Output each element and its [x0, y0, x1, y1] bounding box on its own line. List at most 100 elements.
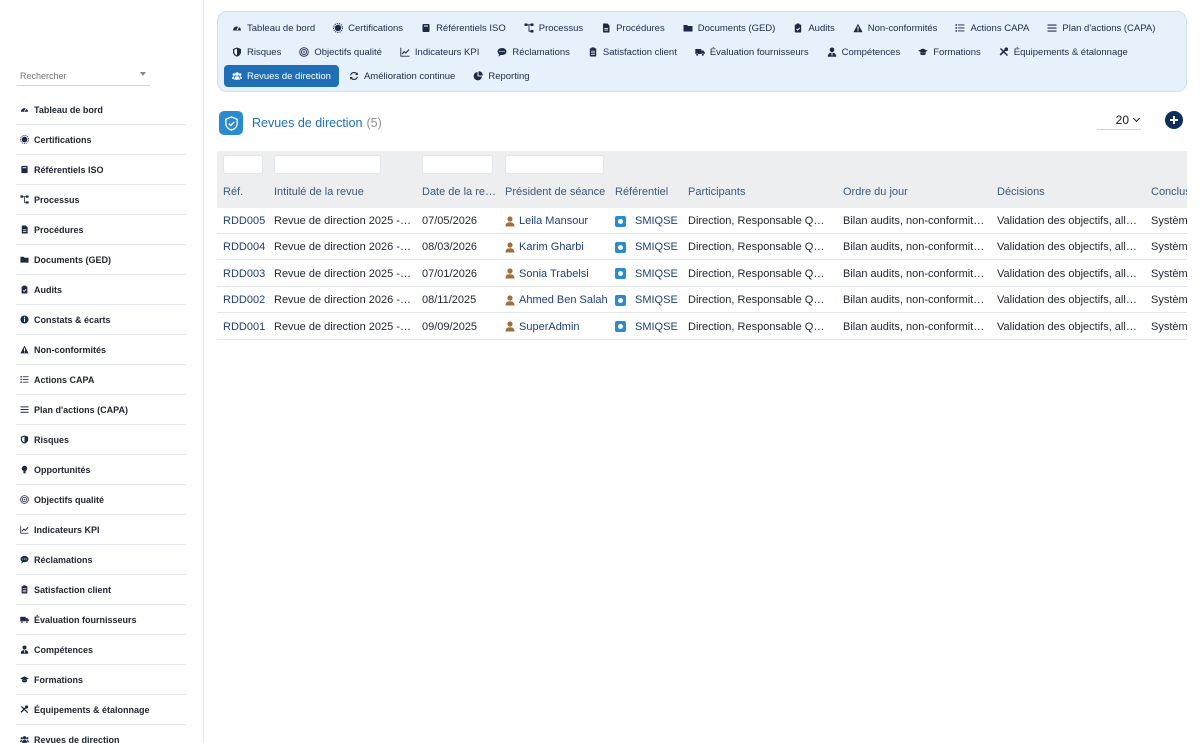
cell-referentiel[interactable]: SMIQSE — [615, 294, 678, 306]
president-name: SuperAdmin — [519, 320, 580, 333]
tab-users[interactable]: Revues de direction — [224, 65, 339, 87]
per-page-select[interactable]: 20 — [1097, 111, 1141, 130]
cell-president[interactable]: Ahmed Ben Salah — [505, 294, 607, 306]
tab-graduation-cap[interactable]: Formations — [910, 41, 989, 63]
sidebar-item-list[interactable]: Actions CAPA — [16, 365, 186, 395]
sidebar-item-sitemap[interactable]: Processus — [16, 185, 186, 215]
sidebar-item-book[interactable]: Référentiels ISO — [16, 155, 186, 185]
sidebar-item-bars[interactable]: Plan d'actions (CAPA) — [16, 395, 186, 425]
cell-referentiel[interactable]: SMIQSE — [615, 241, 678, 253]
tab-pie-chart[interactable]: Reporting — [465, 65, 537, 87]
table-row[interactable]: RDD005 Revue de direction 2025 - S1 07/05/… — [217, 208, 1187, 234]
sidebar-item-folder[interactable]: Documents (GED) — [16, 245, 186, 275]
sidebar-item-info-circle[interactable]: Constats & écarts — [16, 305, 186, 335]
column-header-president[interactable]: Président de séance — [505, 186, 605, 198]
cell-date: 07/01/2026 — [422, 267, 478, 280]
tab-shield[interactable]: Risques — [224, 41, 289, 63]
sidebar-item-shield[interactable]: Risques — [16, 425, 186, 455]
sync-icon — [349, 71, 359, 81]
referentiel-name: SMIQSE — [635, 241, 678, 254]
cell-ref[interactable]: RDD003 — [223, 268, 265, 280]
tab-book[interactable]: Référentiels ISO — [413, 17, 514, 39]
search-input[interactable] — [17, 67, 127, 85]
tab-label: Amélioration continue — [363, 70, 456, 82]
cell-president[interactable]: SuperAdmin — [505, 321, 580, 333]
sidebar-item-chart-line[interactable]: Indicateurs KPI — [16, 515, 186, 545]
table-row[interactable]: RDD003 Revue de direction 2025 - S1 07/01/… — [217, 261, 1187, 287]
add-button[interactable] — [1165, 111, 1183, 129]
tab-sync[interactable]: Amélioration continue — [341, 65, 463, 87]
cell-president[interactable]: Karim Gharbi — [505, 241, 584, 253]
chevron-down-icon — [1132, 114, 1141, 123]
sidebar-search[interactable] — [17, 66, 150, 86]
sidebar-item-file[interactable]: Procédures — [16, 215, 186, 245]
tab-file[interactable]: Procédures — [593, 17, 673, 39]
tab-folder[interactable]: Documents (GED) — [675, 17, 784, 39]
column-header-title[interactable]: Intitulé de la revue — [274, 186, 364, 198]
cell-conclusion: Systèm — [1151, 215, 1187, 227]
warning-icon — [20, 345, 29, 354]
column-header-agenda[interactable]: Ordre du jour — [843, 186, 908, 198]
sidebar-item-truck[interactable]: Évaluation fournisseurs — [16, 605, 186, 635]
tab-bars[interactable]: Plan d'actions (CAPA) — [1039, 17, 1163, 39]
column-header-date[interactable]: Date de la re… — [422, 186, 496, 198]
filter-date[interactable] — [422, 155, 493, 174]
sidebar-item-warning[interactable]: Non-conformités — [16, 335, 186, 365]
cell-referentiel[interactable]: SMIQSE — [615, 268, 678, 280]
filter-title[interactable] — [274, 155, 381, 174]
cell-president[interactable]: Sonia Trabelsi — [505, 268, 589, 280]
filter-president[interactable] — [505, 155, 604, 174]
sidebar-item-users[interactable]: Revues de direction — [16, 725, 186, 743]
caret-down-icon[interactable] — [140, 72, 146, 76]
referentiel-name: SMIQSE — [635, 267, 678, 280]
cell-referentiel[interactable]: SMIQSE — [615, 321, 678, 333]
sidebar-item-lightbulb[interactable]: Opportunités — [16, 455, 186, 485]
tab-label: Compétences — [841, 46, 901, 58]
cell-ref[interactable]: RDD004 — [223, 241, 265, 253]
tab-clipboard[interactable]: Audits — [785, 17, 842, 39]
table-row[interactable]: RDD001 Revue de direction 2025 - S1 09/09/… — [217, 314, 1187, 340]
tab-tools[interactable]: Équipements & étalonnage — [991, 41, 1136, 63]
sidebar-item-dashboard[interactable]: Tableau de bord — [16, 95, 186, 125]
cell-title: Revue de direction 2026 - S2 — [274, 294, 414, 307]
clipboard-list-icon — [588, 47, 598, 57]
sidebar-item-clipboard[interactable]: Audits — [16, 275, 186, 305]
tab-list[interactable]: Actions CAPA — [947, 17, 1037, 39]
sidebar-item-user-tie[interactable]: Compétences — [16, 635, 186, 665]
sidebar-item-comment[interactable]: Réclamations — [16, 545, 186, 575]
tab-user-tie[interactable]: Compétences — [819, 41, 909, 63]
table-row[interactable]: RDD004 Revue de direction 2026 - S2 08/03/… — [217, 234, 1187, 261]
tab-dashboard[interactable]: Tableau de bord — [224, 17, 323, 39]
tab-label: Réclamations — [512, 46, 570, 58]
column-header-participants[interactable]: Participants — [688, 186, 745, 198]
sidebar-item-clipboard-list[interactable]: Satisfaction client — [16, 575, 186, 605]
column-header-ref[interactable]: Réf. — [223, 186, 243, 198]
sidebar-item-label: Plan d'actions (CAPA) — [34, 404, 128, 415]
tab-target[interactable]: Objectifs qualité — [291, 41, 390, 63]
cell-ref[interactable]: RDD002 — [223, 294, 265, 306]
cell-president[interactable]: Leila Mansour — [505, 215, 588, 227]
tab-truck[interactable]: Évaluation fournisseurs — [687, 41, 817, 63]
sidebar-item-graduation-cap[interactable]: Formations — [16, 665, 186, 695]
clipboard-icon — [20, 285, 29, 294]
tab-sitemap[interactable]: Processus — [516, 17, 591, 39]
column-header-conclusion[interactable]: Conclus — [1151, 186, 1187, 198]
cell-conclusion: Systèm — [1151, 241, 1187, 254]
sidebar-item-tools[interactable]: Équipements & étalonnage — [16, 695, 186, 725]
cell-ref[interactable]: RDD001 — [223, 321, 265, 333]
tab-clipboard-list[interactable]: Satisfaction client — [580, 41, 685, 63]
tab-chart-line[interactable]: Indicateurs KPI — [392, 41, 487, 63]
reviews-table: Réf. Intitulé de la revue Date de la re… Pr… — [217, 151, 1187, 341]
cell-referentiel[interactable]: SMIQSE — [615, 215, 678, 227]
sidebar-item-certificate[interactable]: Certifications — [16, 125, 186, 155]
clipboard-list-icon — [20, 585, 29, 594]
tab-warning[interactable]: Non-conformités — [845, 17, 946, 39]
sidebar-item-target[interactable]: Objectifs qualité — [16, 485, 186, 515]
column-header-referentiel[interactable]: Référentiel — [615, 186, 668, 198]
tab-comment[interactable]: Réclamations — [489, 41, 578, 63]
column-header-decisions[interactable]: Décisions — [997, 186, 1045, 198]
cell-ref[interactable]: RDD005 — [223, 215, 265, 227]
filter-ref[interactable] — [223, 155, 263, 174]
tab-certificate[interactable]: Certifications — [325, 17, 411, 39]
table-row[interactable]: RDD002 Revue de direction 2026 - S2 08/11/… — [217, 287, 1187, 314]
